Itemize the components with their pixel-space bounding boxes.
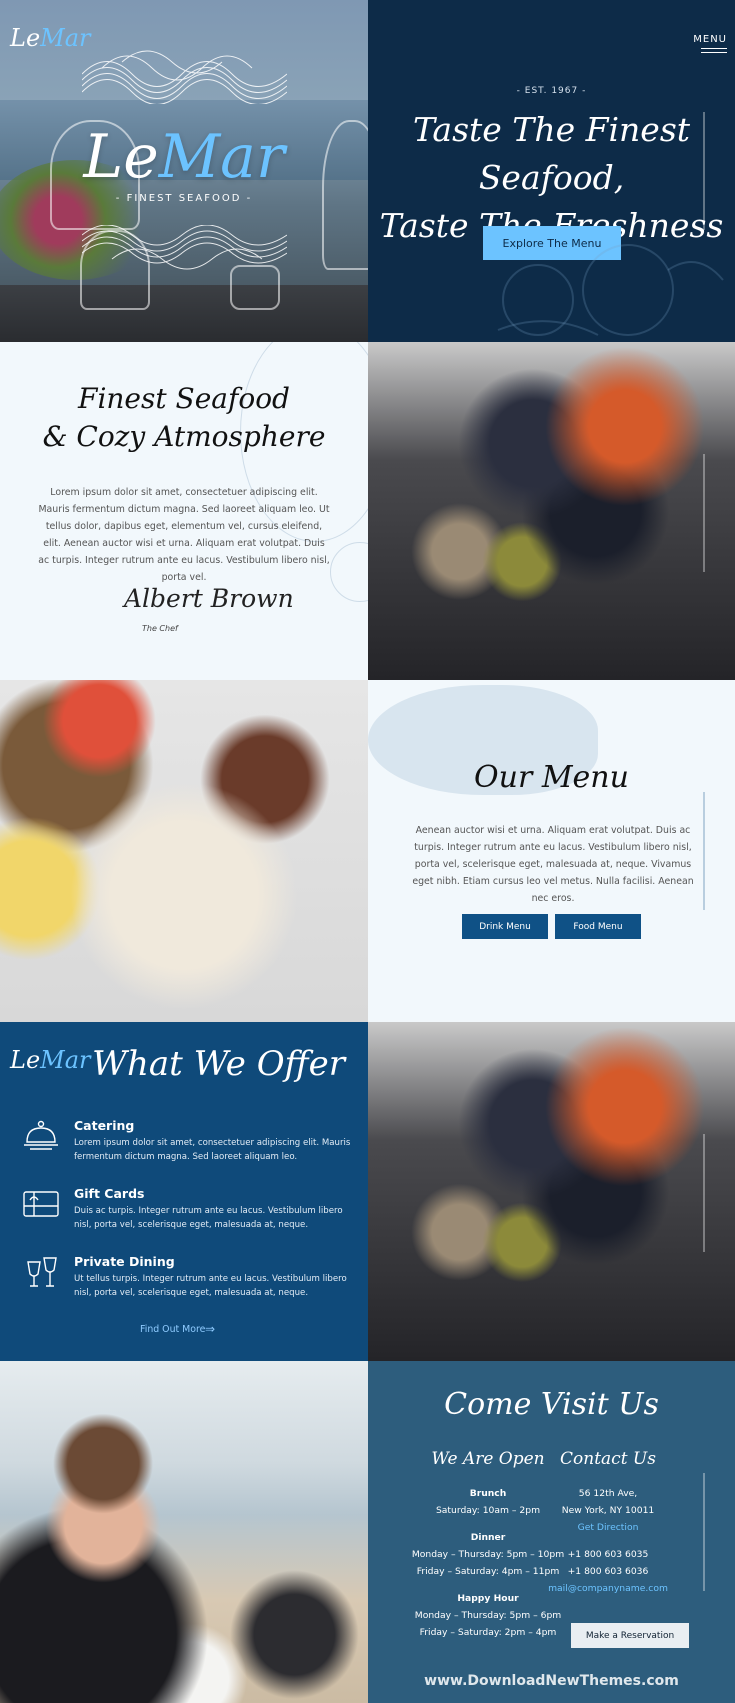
chef-signature: Albert Brown [124,584,294,613]
contact-details: 56 12th Ave, New York, NY 10011 Get Dire… [538,1485,678,1597]
offer-item-gift-cards: Gift Cards Duis ac turpis. Integer rutru… [22,1186,352,1236]
offer-item-text: Lorem ipsum dolor sit amet, consectetuer… [74,1138,351,1162]
slide-indicator[interactable] [703,1134,705,1252]
offer-item-title: Catering [74,1118,135,1133]
logo-tagline: - FINEST SEAFOOD - [115,193,253,204]
slide-indicator[interactable] [703,112,705,230]
watermark-text: www.DownloadNewThemes.com [424,1673,679,1689]
slide-indicator[interactable] [703,454,705,572]
make-reservation-button[interactable]: Make a Reservation [571,1623,689,1648]
about-title-line-2: & Cozy Atmosphere [42,420,326,453]
contact-title: Contact Us [560,1449,656,1469]
hero-photo-panel: LeMar LeMar - FINEST SEAFOOD - [0,0,368,342]
what-we-offer-section: LeMar What We Offer Catering Lorem ipsum… [0,1022,368,1361]
come-visit-section: Come Visit Us We Are Open Contact Us Bru… [368,1361,735,1703]
slide-indicator[interactable] [703,792,705,910]
hero-intro-panel: MENU - EST. 1967 - Taste The Finest Seaf… [368,0,735,342]
find-out-more-link[interactable]: Find Out More [140,1324,205,1335]
established-label: - EST. 1967 - [516,86,587,96]
visit-title: Come Visit Us [444,1387,659,1422]
menu-label[interactable]: MENU [693,34,727,45]
waves-top-decoration [82,50,287,104]
octopus-sketch-decoration [497,244,724,336]
address-line-2: New York, NY 10011 [561,1505,655,1516]
happy-hours-weekday: Monday – Thursday: 5pm – 6pm [414,1610,562,1621]
chef-label: The Chef [142,624,178,633]
offer-item-title: Private Dining [74,1254,175,1269]
main-logo: LeMar [83,122,285,192]
offer-item-text: Ut tellus turpis. Integer rutrum ante eu… [74,1274,347,1298]
address-line-1: 56 12th Ave, [578,1488,638,1499]
squid-ink-pasta-photo-2 [368,1022,735,1361]
menu-paragraph: Aenean auctor wisi et urna. Aliquam erat… [412,825,694,904]
our-menu-section: Our Menu Aenean auctor wisi et urna. Ali… [368,680,735,1022]
shell-sketch-decoration [330,542,368,602]
about-title-line-1: Finest Seafood [78,382,290,415]
offer-item-text: Duis ac turpis. Integer rutrum ante eu l… [74,1206,343,1230]
phone-1[interactable]: +1 800 603 6035 [538,1546,678,1563]
cloche-icon [24,1120,58,1150]
squid-ink-pasta-photo [368,342,735,680]
about-paragraph: Lorem ipsum dolor sit amet, consectetuer… [38,487,330,583]
waves-bottom-decoration [82,225,287,270]
guest-dining-photo [0,1361,368,1703]
fish-arrow-icon[interactable]: ⇒ [205,1322,215,1336]
email-link[interactable]: mail@companyname.com [538,1580,678,1597]
offer-item-private-dining: Private Dining Ut tellus turpis. Integer… [22,1254,352,1304]
hamburger-menu-icon[interactable] [701,48,727,56]
offer-item-title: Gift Cards [74,1186,145,1201]
table-surface [0,285,368,342]
hero-title-line-1: Taste The Finest Seafood, [412,110,691,197]
about-section: Finest Seafood & Cozy Atmosphere Lorem i… [0,342,368,680]
about-title: Finest Seafood & Cozy Atmosphere [0,380,368,456]
drink-menu-button[interactable]: Drink Menu [462,914,548,939]
menu-title: Our Menu [474,760,629,795]
phone-2[interactable]: +1 800 603 6036 [538,1563,678,1580]
offer-item-catering: Catering Lorem ipsum dolor sit amet, con… [22,1118,352,1168]
header-logo[interactable]: LeMar [10,24,91,52]
happy-hours-weekend: Friday – Saturday: 2pm – 4pm [419,1627,557,1638]
offer-logo: LeMar [10,1046,91,1074]
gift-card-icon [23,1191,59,1217]
slide-indicator[interactable] [703,1473,705,1591]
grilled-fish-photo [0,680,368,1022]
wine-glasses-icon [27,1257,57,1287]
offer-title: What We Offer [92,1044,346,1084]
food-menu-button[interactable]: Food Menu [555,914,641,939]
get-direction-link[interactable]: Get Direction [538,1519,678,1536]
